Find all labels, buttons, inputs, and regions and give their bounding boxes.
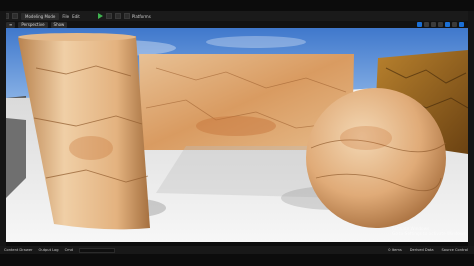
cmd-label[interactable]: Cmd [65, 248, 73, 252]
items-count: 0 Items [388, 248, 402, 252]
status-bar: Content Drawer Output Log Cmd 0 Items De… [0, 246, 474, 254]
show-button[interactable]: Show [50, 21, 68, 28]
scale-tool-icon[interactable] [438, 22, 443, 27]
scene-render [6, 28, 468, 242]
viewport-toolbar: ≡ Perspective Show [6, 21, 468, 28]
menu-file[interactable]: File [62, 14, 69, 19]
status-right: 0 Items Derived Data Source Control [388, 248, 474, 252]
play-icon [97, 13, 103, 19]
stop-icon[interactable] [114, 13, 121, 19]
move-tool-icon[interactable] [424, 22, 429, 27]
level-viewport[interactable] [6, 28, 468, 242]
activation-watermark: Activate Windows Go to Settings to activ… [392, 226, 467, 236]
angle-snap-icon[interactable] [452, 22, 457, 27]
content-drawer-button[interactable]: Content Drawer [4, 248, 33, 252]
rotate-tool-icon[interactable] [431, 22, 436, 27]
editor-window: Modeling Mode File Edit Platforms ≡ Pers… [0, 0, 474, 266]
derived-data-button[interactable]: Derived Data [410, 248, 434, 252]
viewport-tools [417, 22, 468, 27]
source-control-button[interactable]: Source Control [442, 248, 468, 252]
viewport-options-button[interactable]: ≡ [6, 21, 16, 28]
menu-edit[interactable]: Edit [72, 14, 80, 19]
platforms-label: Platforms [131, 13, 151, 19]
pause-icon[interactable] [105, 13, 112, 19]
output-log-button[interactable]: Output Log [39, 248, 59, 252]
play-button[interactable] [97, 13, 103, 19]
console-command-input[interactable] [78, 247, 115, 253]
platforms-button[interactable]: Platforms [123, 13, 151, 19]
save-icon[interactable] [12, 13, 18, 19]
mode-selector[interactable]: Modeling Mode [21, 12, 60, 20]
right-panel-rail [468, 11, 474, 246]
main-toolbar: Modeling Mode File Edit Platforms [0, 11, 474, 21]
camera-speed-icon[interactable] [459, 22, 464, 27]
select-tool-icon[interactable] [417, 22, 422, 27]
perspective-button[interactable]: Perspective [18, 21, 48, 28]
grid-snap-icon[interactable] [445, 22, 450, 27]
watermark-line2: Go to Settings to activate Windows. [392, 231, 468, 236]
